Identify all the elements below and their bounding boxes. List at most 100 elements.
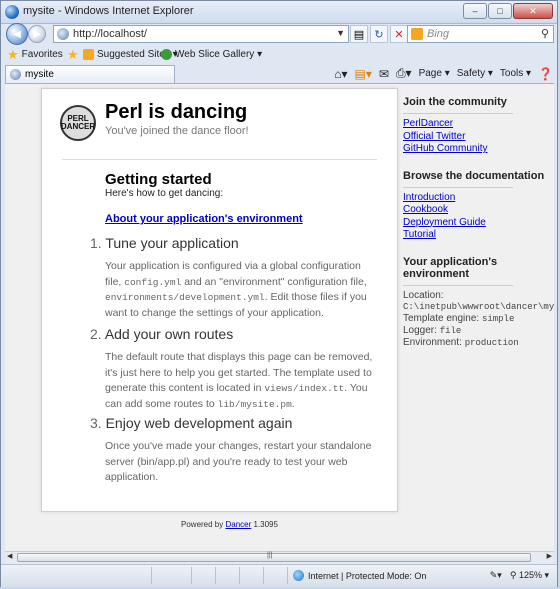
environment-value: production bbox=[464, 337, 519, 348]
main-content-card: PERL DANCER Perl is dancing You've joine… bbox=[41, 88, 398, 512]
minimize-button[interactable]: – bbox=[463, 3, 487, 19]
zone-text: Internet | Protected Mode: On bbox=[308, 570, 427, 581]
step-2-text: The default route that displays this pag… bbox=[105, 350, 380, 412]
template-engine-row: Template engine: simple bbox=[403, 313, 554, 325]
safety-menu[interactable]: Safety ▾ bbox=[457, 68, 493, 79]
step-1-title: Tune your application bbox=[105, 235, 239, 251]
step-3-number: 3. bbox=[90, 415, 102, 431]
sidebar-divider bbox=[403, 186, 513, 188]
link-perldancer[interactable]: PerlDancer bbox=[403, 118, 554, 131]
link-deployment-guide[interactable]: Deployment Guide bbox=[403, 217, 554, 230]
security-zone[interactable]: Internet | Protected Mode: On bbox=[293, 570, 426, 581]
page-subtitle: You've joined the dance floor! bbox=[105, 125, 249, 137]
zoom-level: 125% bbox=[518, 570, 542, 580]
zoom-icon: ⚲ bbox=[509, 570, 517, 580]
favorites-label: Favorites bbox=[21, 49, 63, 60]
step-3-heading: 3. Enjoy web development again bbox=[90, 415, 292, 431]
window-controls: – □ ✕ bbox=[463, 3, 553, 19]
link-tutorial[interactable]: Tutorial bbox=[403, 229, 554, 242]
chevron-down-icon[interactable]: ▼ bbox=[336, 28, 345, 38]
favorites-star-icon: ★ bbox=[7, 47, 19, 62]
scrollbar-thumb[interactable] bbox=[17, 553, 531, 562]
address-url: http://localhost/ bbox=[73, 28, 147, 40]
horizontal-scrollbar[interactable]: ◀ ||| ▶ bbox=[5, 551, 554, 564]
step-3-text: Once you've made your changes, restart y… bbox=[105, 440, 372, 483]
address-bar[interactable]: http://localhost/ ▼ bbox=[53, 25, 349, 43]
environment-label: Environment: bbox=[403, 336, 465, 348]
page-icon bbox=[57, 28, 69, 40]
template-engine-label: Template engine: bbox=[403, 312, 482, 324]
window-title: mysite - Windows Internet Explorer bbox=[23, 5, 194, 17]
forward-button[interactable]: ▶ bbox=[28, 25, 46, 43]
location-label: Location: bbox=[403, 289, 444, 301]
link-official-twitter[interactable]: Official Twitter bbox=[403, 131, 554, 144]
dancer-link[interactable]: Dancer bbox=[225, 520, 251, 529]
getting-started-subheading: Here's how to get dancing: bbox=[105, 188, 224, 199]
status-separator bbox=[215, 567, 216, 584]
divider bbox=[62, 159, 377, 160]
forward-arrow-icon: ▶ bbox=[33, 28, 41, 40]
back-button[interactable]: ◀ bbox=[6, 23, 28, 45]
step-2-heading: 2. Add your own routes bbox=[90, 326, 233, 342]
help-icon[interactable]: ❓ bbox=[538, 67, 553, 81]
accessibility-icon[interactable]: ✎▾ bbox=[490, 570, 502, 581]
status-bar: Internet | Protected Mode: On ✎▾ ⚲ 125% … bbox=[1, 564, 557, 587]
status-separator bbox=[239, 567, 240, 584]
link-github-community[interactable]: GitHub Community bbox=[403, 143, 554, 156]
web-slice-gallery[interactable]: Web Slice Gallery ▾ bbox=[161, 49, 262, 60]
environment-row: Environment: production bbox=[403, 337, 554, 349]
getting-started-heading: Getting started bbox=[105, 171, 212, 188]
tools-menu[interactable]: Tools ▾ bbox=[500, 68, 531, 79]
env-file-code: environments/development.yml bbox=[105, 292, 265, 303]
perl-dancer-logo: PERL DANCER bbox=[60, 105, 96, 141]
footer: Powered by Dancer 1.3095 bbox=[181, 520, 278, 529]
web-slice-icon bbox=[161, 49, 172, 60]
status-separator bbox=[151, 567, 152, 584]
feeds-icon[interactable]: ▤▾ bbox=[355, 67, 372, 81]
add-favorites-button[interactable]: ★ bbox=[67, 48, 79, 61]
step-1-text: Your application is configured via a glo… bbox=[105, 259, 380, 321]
print-icon[interactable]: ⎙▾ bbox=[396, 66, 412, 81]
scroll-left-icon[interactable]: ◀ bbox=[7, 552, 12, 560]
step-1-text-b: and an "environment" configuration file, bbox=[181, 275, 367, 288]
page-menu[interactable]: Page ▾ bbox=[419, 68, 450, 79]
tab-label: mysite bbox=[25, 69, 54, 80]
maximize-button[interactable]: □ bbox=[488, 3, 512, 19]
step-1-heading: 1. Tune your application bbox=[90, 235, 239, 251]
tab-page-icon bbox=[10, 69, 21, 80]
link-cookbook[interactable]: Cookbook bbox=[403, 204, 554, 217]
refresh-icon[interactable]: ↻ bbox=[370, 25, 388, 43]
close-button[interactable]: ✕ bbox=[513, 3, 553, 19]
sidebar-divider bbox=[403, 284, 513, 286]
environment-heading: Your application's environment bbox=[403, 255, 498, 280]
environment-link[interactable]: About your application's environment bbox=[105, 213, 303, 225]
command-bar: ⌂▾ ▤▾ ✉ ⎙▾ Page ▾ Safety ▾ Tools ▾ ❓ bbox=[334, 66, 553, 81]
zoom-control[interactable]: ⚲ 125% ▾ bbox=[510, 570, 549, 581]
page-viewport: PERL DANCER Perl is dancing You've joine… bbox=[5, 83, 554, 552]
mail-icon[interactable]: ✉ bbox=[379, 67, 389, 81]
sidebar-divider bbox=[403, 113, 513, 114]
status-separator bbox=[287, 567, 288, 584]
favorites-bar: ★ Favorites ★ Suggested Sites ▾ Web Slic… bbox=[1, 47, 557, 63]
tab-mysite[interactable]: mysite bbox=[5, 65, 175, 83]
home-icon[interactable]: ⌂▾ bbox=[334, 67, 347, 81]
stop-icon[interactable]: ✕ bbox=[390, 25, 408, 43]
favorites-button[interactable]: ★ Favorites bbox=[7, 47, 63, 62]
compatibility-view-icon[interactable]: ▤ bbox=[350, 25, 368, 43]
lib-path-code: lib/mysite.pm bbox=[217, 398, 292, 410]
template-engine-value: simple bbox=[481, 313, 515, 324]
navigation-bar: ◀ ▶ http://localhost/ ▼ ▤ ↻ ✕ Bing ⚲ bbox=[1, 23, 557, 47]
web-slice-label: Web Slice Gallery ▾ bbox=[175, 49, 263, 60]
step-2-number: 2. bbox=[90, 326, 102, 342]
ie-icon bbox=[5, 5, 19, 19]
link-introduction[interactable]: Introduction bbox=[403, 192, 554, 205]
search-icon[interactable]: ⚲ bbox=[541, 27, 549, 40]
page-title: Perl is dancing bbox=[105, 101, 248, 123]
search-box[interactable]: Bing ⚲ bbox=[407, 25, 554, 43]
status-separator bbox=[263, 567, 264, 584]
community-heading: Join the community bbox=[403, 96, 507, 108]
location-path-code: C:\inetpub\wwwroot\dancer\mys bbox=[403, 301, 554, 312]
scroll-right-icon[interactable]: ▶ bbox=[547, 552, 552, 560]
logger-value: file bbox=[439, 325, 462, 336]
tab-bar: mysite ⌂▾ ▤▾ ✉ ⎙▾ Page ▾ Safety ▾ Tools … bbox=[1, 63, 557, 83]
